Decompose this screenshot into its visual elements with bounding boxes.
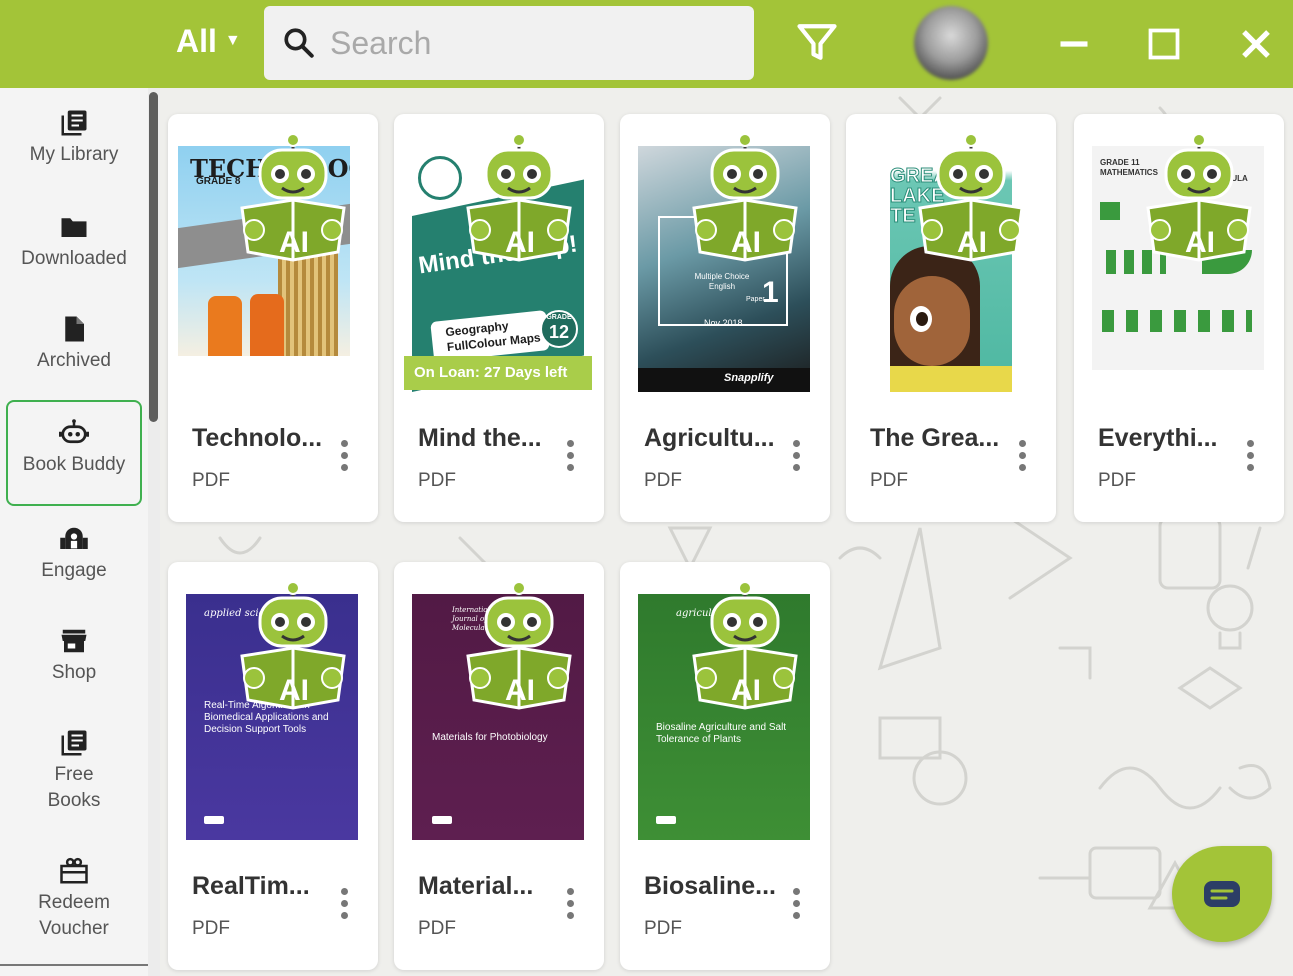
sidebar-item-label: Engage (41, 560, 107, 581)
book-card[interactable]: agriculture Biosaline Agriculture and Sa… (620, 562, 830, 970)
sidebar-item-label: Archived (37, 350, 111, 371)
cover-subtitle: Multiple Choice English (694, 272, 750, 291)
sidebar-item-book-buddy[interactable]: Book Buddy (6, 400, 142, 506)
book-format: PDF (644, 470, 682, 491)
ai-badge-text: AI (505, 226, 535, 259)
minimize-icon[interactable] (1056, 26, 1092, 62)
ai-badge-text: AI (731, 226, 761, 259)
ai-badge-text: AI (957, 226, 987, 259)
sidebar-scrollbar-thumb[interactable] (149, 92, 158, 422)
category-filter-dropdown[interactable]: All ▼ (176, 20, 241, 62)
ai-badge-text: AI (279, 226, 309, 259)
sidebar-item-label: Redeem Voucher (38, 892, 110, 939)
book-card[interactable]: Mind the Gap! Geography FullColour Maps … (394, 114, 604, 522)
library-grid: TECHNOLOGY GRADE 8 AI Technolo... PDF (160, 88, 1293, 976)
more-options-icon[interactable] (790, 440, 802, 474)
chat-button[interactable] (1172, 846, 1272, 942)
book-card[interactable]: applied sciences Real-Time Algorithms in… (168, 562, 378, 970)
book-format: PDF (644, 918, 682, 939)
caret-down-icon: ▼ (224, 32, 241, 49)
store-icon (61, 629, 87, 653)
sidebar-item-label: Free Books (47, 764, 101, 811)
search-input[interactable] (330, 24, 730, 62)
sidebar-item-free-books[interactable]: Free Books (6, 728, 142, 818)
book-format: PDF (870, 470, 908, 491)
cover-subtitle: GRADE 8 (196, 176, 241, 187)
book-title: Everythi... (1098, 424, 1218, 452)
book-format: PDF (1098, 470, 1136, 491)
library-icon (61, 730, 87, 756)
book-format: PDF (192, 470, 230, 491)
file-icon (65, 316, 84, 342)
close-icon[interactable] (1238, 26, 1274, 62)
book-title: Technolo... (192, 424, 323, 452)
search-box (264, 6, 754, 80)
sidebar-item-label: Shop (51, 662, 97, 683)
ai-badge-text: AI (1185, 226, 1215, 259)
sidebar-scrollbar[interactable] (148, 88, 160, 976)
search-icon (284, 28, 314, 58)
sidebar-divider (0, 964, 148, 966)
cover-subtitle: Biosaline Agriculture and Salt Tolerance… (656, 722, 787, 745)
more-options-icon[interactable] (564, 888, 576, 922)
sidebar-item-my-library[interactable]: My Library (6, 108, 142, 188)
book-card[interactable]: GRADE 11 MATHEMATICS VULA AI Everythi...… (1074, 114, 1284, 522)
book-card[interactable]: TECHNOLOGY GRADE 8 AI Technolo... PDF (168, 114, 378, 522)
top-bar: All ▼ (0, 0, 1293, 88)
more-options-icon[interactable] (338, 888, 350, 922)
book-title: RealTim... (192, 872, 310, 900)
user-avatar[interactable] (914, 6, 988, 80)
book-card[interactable]: International Journal of Molecular Scien… (394, 562, 604, 970)
book-card[interactable]: Multiple Choice English Paper 1 Nov 2018… (620, 114, 830, 522)
sidebar-item-label: My Library (29, 144, 119, 165)
more-options-icon[interactable] (338, 440, 350, 474)
cover-subtitle: Materials for Photobiology (432, 732, 548, 743)
book-card[interactable]: GREAT LAKE TE AI The Grea... PDF (846, 114, 1056, 522)
book-format: PDF (418, 918, 456, 939)
cover-grade: 12 (548, 322, 570, 342)
sidebar-item-label: Book Buddy (22, 454, 126, 475)
ai-badge-text: AI (731, 674, 761, 707)
robot-icon (59, 419, 89, 444)
cover-paper-number: 1 (762, 276, 779, 309)
more-options-icon[interactable] (790, 888, 802, 922)
sidebar-item-redeem-voucher[interactable]: Redeem Voucher (6, 856, 142, 946)
book-format: PDF (418, 470, 456, 491)
category-filter-label: All (176, 22, 217, 59)
sidebar-item-label: Downloaded (21, 248, 127, 269)
ai-badge-text: AI (279, 674, 309, 707)
more-options-icon[interactable] (564, 440, 576, 474)
ai-badge-text: AI (505, 674, 535, 707)
book-format: PDF (192, 918, 230, 939)
maximize-icon[interactable] (1146, 26, 1182, 62)
gift-icon (60, 857, 88, 884)
more-options-icon[interactable] (1244, 440, 1256, 474)
cover-date: Nov 2018 (704, 318, 743, 328)
sidebar: My Library Downloaded Archived Book Budd… (0, 88, 148, 976)
cover-brand: Snapplify (724, 372, 774, 384)
sidebar-item-shop[interactable]: Shop (6, 626, 142, 706)
book-title: The Grea... (870, 424, 1000, 452)
more-options-icon[interactable] (1016, 440, 1028, 474)
sidebar-item-engage[interactable]: Engage (6, 524, 142, 604)
chat-icon (1204, 881, 1240, 907)
sidebar-item-archived[interactable]: Archived (6, 314, 142, 394)
cover-grade-label: GRADE (546, 314, 572, 321)
sidebar-item-downloaded[interactable]: Downloaded (6, 212, 142, 292)
loan-status-badge: On Loan: 27 Days left (404, 356, 592, 390)
folder-icon (61, 218, 87, 237)
group-icon (60, 527, 88, 549)
library-icon (61, 110, 87, 136)
filter-funnel-icon[interactable] (796, 20, 838, 64)
book-title: Biosaline... (644, 872, 776, 900)
book-title: Mind the... (418, 424, 542, 452)
book-title: Material... (418, 872, 534, 900)
book-title: Agricultu... (644, 424, 775, 452)
